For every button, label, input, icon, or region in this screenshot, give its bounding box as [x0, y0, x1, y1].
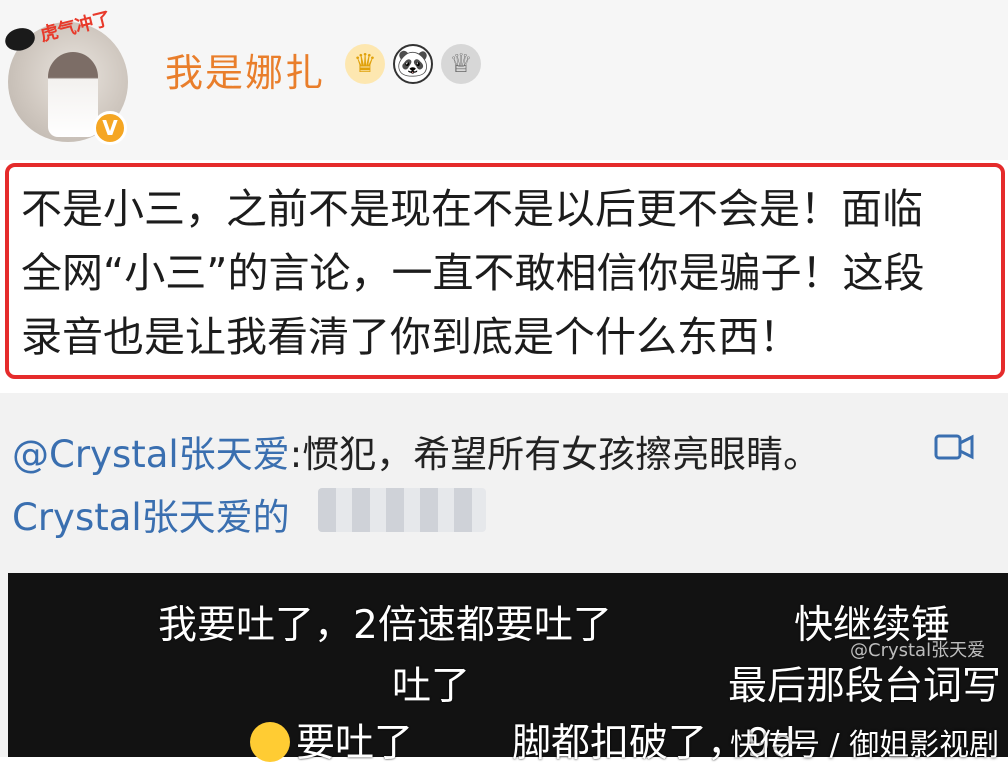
post-header [0, 0, 1008, 160]
post-line: 录音也是让我看清了你到底是个什么东西！ [21, 313, 800, 361]
danmaku-comment: 吐了 [392, 664, 471, 709]
video-link[interactable]: Crystal张天爱的 [12, 487, 290, 541]
tiger-icon [2, 25, 38, 54]
video-camera-icon[interactable] [934, 433, 974, 461]
user-badges: ♛ 🐼 ♕ [345, 44, 481, 84]
danmaku-text: 要吐了 [296, 721, 414, 766]
username[interactable]: 我是娜扎 [165, 42, 325, 97]
trophy-icon[interactable]: ♕ [441, 44, 481, 84]
danmaku-comment: 要吐了 [250, 712, 413, 768]
crown-icon[interactable]: ♛ [345, 44, 385, 84]
post-highlight-box: 不是小三，之前不是现在不是以后更不会是！面临 全网“小三”的言论，一直不敢相信你… [5, 163, 1005, 379]
laughing-emoji-icon [250, 722, 290, 762]
post-line: 全网“小三”的言论，一直不敢相信你是骗子！这段 [21, 249, 925, 297]
source-credit: 快传号 / 御姐影视剧 [730, 728, 1000, 763]
repost-content: :惯犯，希望所有女孩擦亮眼睛。 [289, 433, 821, 476]
danmaku-comment: 最后那段台词写 [728, 664, 1002, 709]
danmaku-comment: 我要吐了，2倍速都要吐了 [158, 603, 612, 648]
blurred-text [318, 488, 486, 532]
mention-link[interactable]: @Crystal张天爱 [12, 433, 290, 476]
verified-badge-icon: V [93, 111, 127, 145]
post-line: 不是小三，之前不是现在不是以后更不会是！面临 [21, 185, 923, 233]
repost-text: @Crystal张天爱:惯犯，希望所有女孩擦亮眼睛。 [12, 424, 820, 478]
post-body: 不是小三，之前不是现在不是以后更不会是！面临 全网“小三”的言论，一直不敢相信你… [21, 177, 1008, 369]
video-watermark: @Crystal张天爱 [850, 640, 986, 661]
panda-icon[interactable]: 🐼 [393, 44, 433, 84]
avatar-photo [48, 52, 98, 137]
